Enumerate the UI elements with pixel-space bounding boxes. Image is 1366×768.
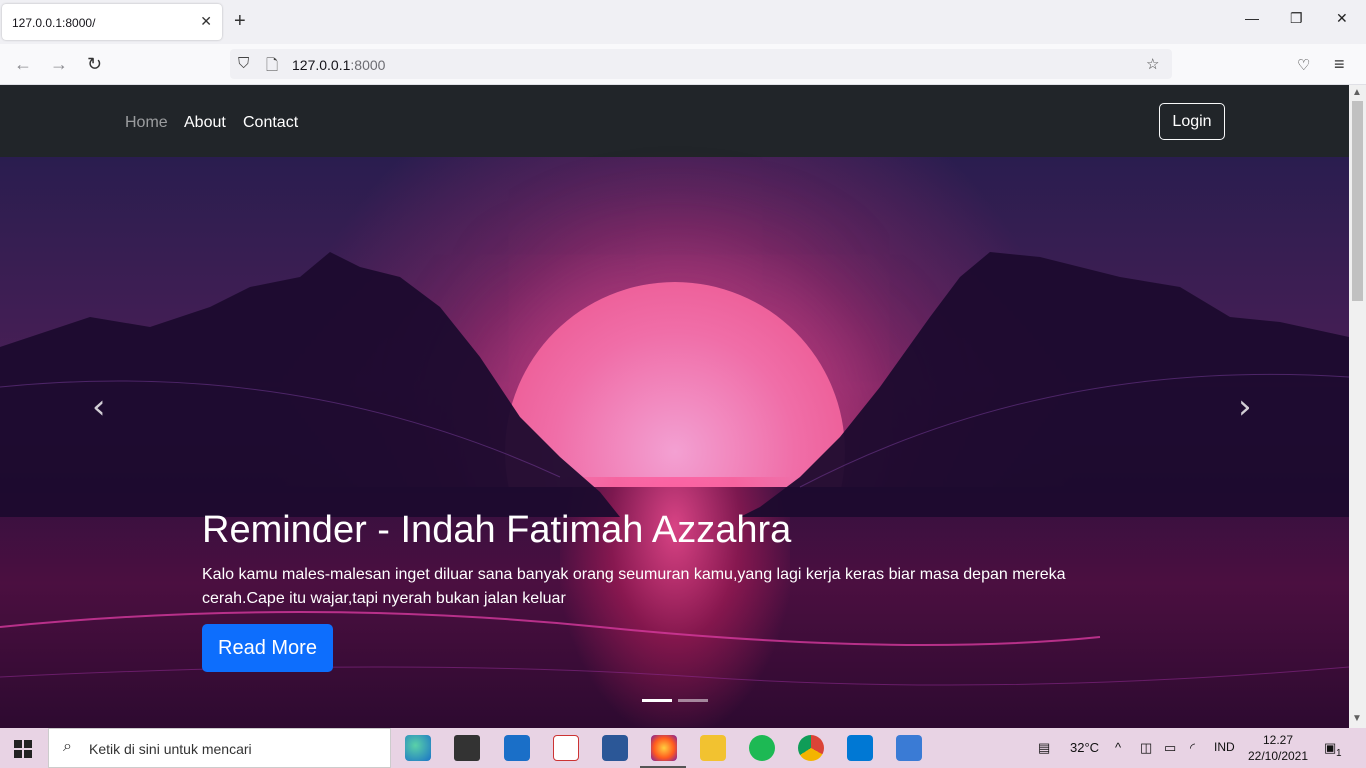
- windows-taskbar: ⌕ Ketik di sini untuk mencari ▤ 32°C ^ ◫…: [0, 728, 1366, 768]
- chevron-up-icon[interactable]: ^: [1115, 740, 1121, 755]
- page-scrollbar[interactable]: ▲ ▼: [1349, 85, 1366, 728]
- firefox-icon[interactable]: [651, 735, 677, 761]
- carousel-indicator-2[interactable]: [678, 699, 708, 702]
- url-port: :8000: [350, 57, 386, 73]
- carousel-indicator-1[interactable]: [642, 699, 672, 702]
- language-indicator[interactable]: IND: [1214, 740, 1235, 754]
- new-tab-button[interactable]: +: [234, 10, 246, 33]
- notification-icon[interactable]: ▣: [1324, 740, 1336, 756]
- file-explorer-icon[interactable]: [700, 735, 726, 761]
- bookmark-star-icon[interactable]: ☆: [1146, 55, 1159, 73]
- mail-icon[interactable]: [504, 735, 530, 761]
- browser-toolbar: ← → ↻ ⛉ 🗋 127.0.0.1:8000 ☆ ♡ ≡: [0, 44, 1366, 85]
- carousel-text: Kalo kamu males-malesan inget diluar san…: [202, 566, 1066, 607]
- edge-icon[interactable]: [405, 735, 431, 761]
- carousel-prev-icon[interactable]: ‹: [92, 387, 106, 427]
- login-button[interactable]: Login: [1159, 103, 1225, 140]
- scroll-up-icon[interactable]: ▲: [1352, 87, 1362, 98]
- carousel-next-icon[interactable]: ›: [1238, 387, 1252, 427]
- minimize-icon[interactable]: —: [1245, 10, 1259, 26]
- photos-icon[interactable]: [896, 735, 922, 761]
- clock[interactable]: 12.27 22/10/2021: [1246, 732, 1310, 764]
- read-more-button[interactable]: Read More: [202, 624, 333, 672]
- menu-icon[interactable]: ≡: [1334, 54, 1345, 75]
- browser-tab-bar: 127.0.0.1:8000/ ✕ + — ❐ ✕: [0, 0, 1366, 44]
- carousel-title: Reminder - Indah Fatimah Azzahra: [202, 509, 792, 551]
- gift-icon[interactable]: [553, 735, 579, 761]
- wifi-icon[interactable]: ◜: [1190, 740, 1195, 756]
- weather-temp[interactable]: 32°C: [1070, 740, 1099, 755]
- close-tab-icon[interactable]: ✕: [200, 13, 212, 30]
- back-icon[interactable]: ←: [14, 54, 32, 75]
- reload-icon[interactable]: ↻: [87, 54, 102, 75]
- pocket-icon[interactable]: ♡: [1297, 56, 1310, 74]
- shield-icon[interactable]: ⛉: [238, 55, 249, 72]
- close-window-icon[interactable]: ✕: [1336, 10, 1348, 27]
- scroll-thumb[interactable]: [1352, 101, 1363, 301]
- search-icon: ⌕: [63, 738, 72, 755]
- meet-icon[interactable]: ◫: [1140, 740, 1152, 756]
- vscode-icon[interactable]: [847, 735, 873, 761]
- forward-icon[interactable]: →: [50, 54, 68, 75]
- nav-about[interactable]: About: [184, 114, 226, 132]
- hero-carousel: ‹ › Reminder - Indah Fatimah Azzahra Kal…: [0, 157, 1349, 728]
- chrome-icon[interactable]: [798, 735, 824, 761]
- nav-contact[interactable]: Contact: [243, 114, 298, 132]
- url-text[interactable]: 127.0.0.1:8000: [292, 57, 385, 73]
- battery-icon[interactable]: ▭: [1164, 740, 1176, 756]
- page-icon: 🗋: [266, 57, 279, 74]
- site-navbar: Home About Contact Login: [0, 85, 1349, 157]
- taskbar-search[interactable]: ⌕ Ketik di sini untuk mencari: [48, 728, 391, 768]
- url-host: 127.0.0.1: [292, 57, 351, 73]
- word-icon[interactable]: [602, 735, 628, 761]
- notification-count: 1: [1336, 748, 1342, 759]
- clock-date: 22/10/2021: [1247, 749, 1309, 763]
- spotify-icon[interactable]: [749, 735, 775, 761]
- search-placeholder: Ketik di sini untuk mencari: [89, 741, 252, 757]
- store-icon[interactable]: [454, 735, 480, 761]
- nav-home[interactable]: Home: [125, 114, 168, 132]
- restore-icon[interactable]: ❐: [1290, 10, 1303, 27]
- address-bar[interactable]: ⛉ 🗋 127.0.0.1:8000 ☆: [230, 49, 1172, 79]
- tab-title: 127.0.0.1:8000/: [12, 16, 96, 30]
- page-viewport: Home About Contact Login ‹ › Reminder - …: [0, 85, 1349, 728]
- windows-start-icon[interactable]: [14, 740, 32, 758]
- clock-time: 12.27: [1262, 733, 1294, 747]
- browser-tab[interactable]: 127.0.0.1:8000/ ✕: [2, 4, 222, 40]
- weather-icon[interactable]: ▤: [1038, 740, 1050, 756]
- scroll-down-icon[interactable]: ▼: [1352, 713, 1362, 724]
